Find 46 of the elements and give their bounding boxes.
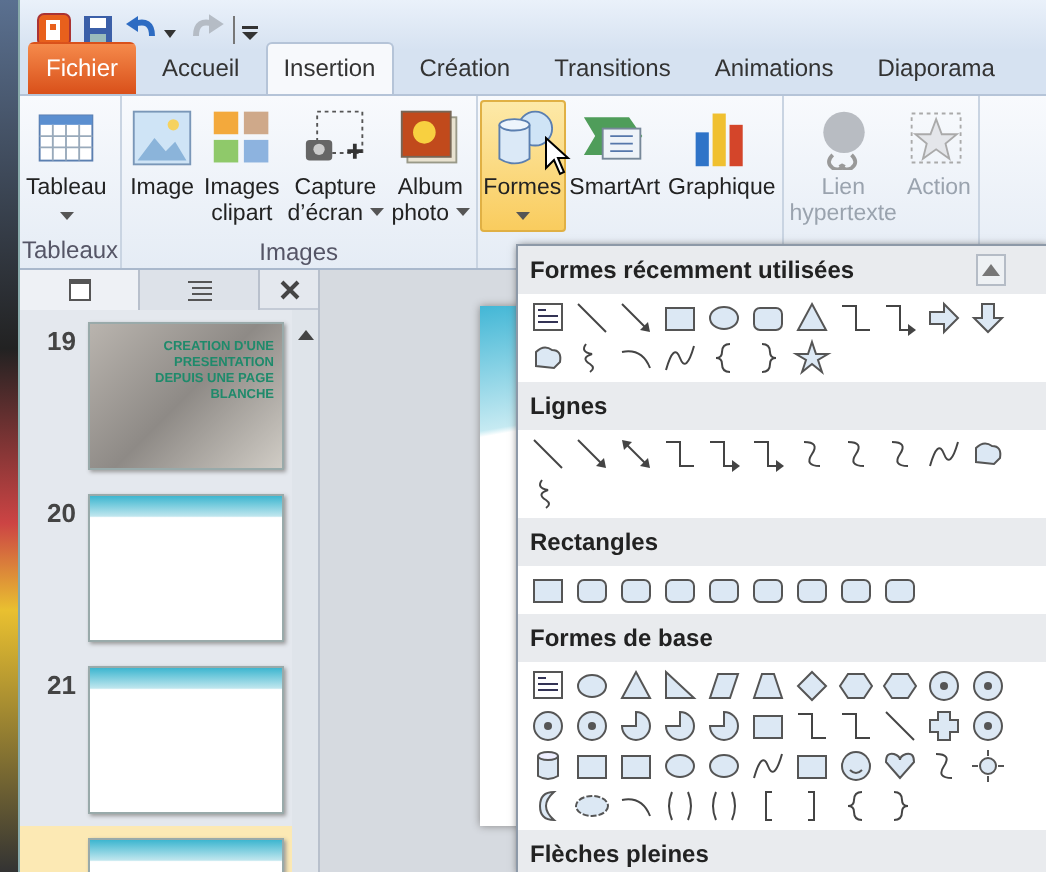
- scroll-up-icon[interactable]: [982, 264, 1000, 276]
- ribbon-button[interactable]: Graphique: [664, 100, 780, 233]
- section-header: Lignes: [518, 382, 1046, 430]
- picture-icon: [128, 106, 197, 171]
- shape-icon[interactable]: [966, 746, 1010, 786]
- ribbon-button[interactable]: Capture d’écran: [283, 100, 388, 235]
- section-header: Formes de base: [518, 614, 1046, 662]
- slides-tab[interactable]: [20, 270, 140, 311]
- save-icon[interactable]: [80, 11, 116, 48]
- slide-number: 19: [45, 324, 76, 361]
- app-logo-icon[interactable]: [36, 11, 72, 48]
- ribbon-tab[interactable]: Diaporama: [859, 42, 1013, 95]
- caret-icon: [515, 212, 530, 221]
- ribbon-tab[interactable]: Création: [401, 42, 529, 95]
- outline-tab[interactable]: [140, 270, 260, 311]
- shape-icon[interactable]: [790, 338, 834, 378]
- slide-list-item[interactable]: 20: [20, 482, 292, 655]
- ribbon-button[interactable]: Image: [124, 100, 201, 235]
- slide-number: 20: [45, 496, 76, 533]
- slide-thumbnail[interactable]: [88, 666, 284, 815]
- group-label: Tableaux: [22, 234, 119, 269]
- ribbon-tab[interactable]: Transitions: [536, 42, 689, 95]
- ribbon-tab[interactable]: Animations: [696, 42, 852, 95]
- section-header: Rectangles: [518, 518, 1046, 566]
- slide-number: 21: [45, 668, 76, 705]
- outline-icon: [185, 278, 213, 303]
- slide-thumbnail[interactable]: [88, 494, 284, 643]
- mouse-pointer-icon: [544, 136, 572, 176]
- ribbon-tab[interactable]: Accueil: [144, 42, 258, 95]
- section-header: Formes récemment utilisées: [518, 246, 1046, 294]
- ribbon-tab[interactable]: Insertion: [265, 42, 394, 95]
- shape-icon[interactable]: [966, 298, 1010, 338]
- caret-icon: [455, 207, 470, 216]
- caret-icon: [369, 207, 384, 216]
- close-icon[interactable]: [279, 279, 299, 300]
- slide-list-item[interactable]: 21: [20, 654, 292, 827]
- ribbon-button[interactable]: SmartArt: [565, 100, 665, 233]
- scroll-up-icon[interactable]: [295, 326, 315, 343]
- ribbon-button[interactable]: Formes: [479, 100, 566, 233]
- slide-icon: [67, 278, 91, 303]
- caret-icon: [59, 212, 74, 221]
- ribbon-button[interactable]: Album photo: [387, 100, 474, 235]
- group-label: Images: [257, 236, 341, 271]
- ribbon-button[interactable]: Tableau: [22, 100, 111, 233]
- ribbon-button[interactable]: Images clipart: [200, 100, 284, 235]
- section-header: Flèches pleines: [518, 830, 1046, 872]
